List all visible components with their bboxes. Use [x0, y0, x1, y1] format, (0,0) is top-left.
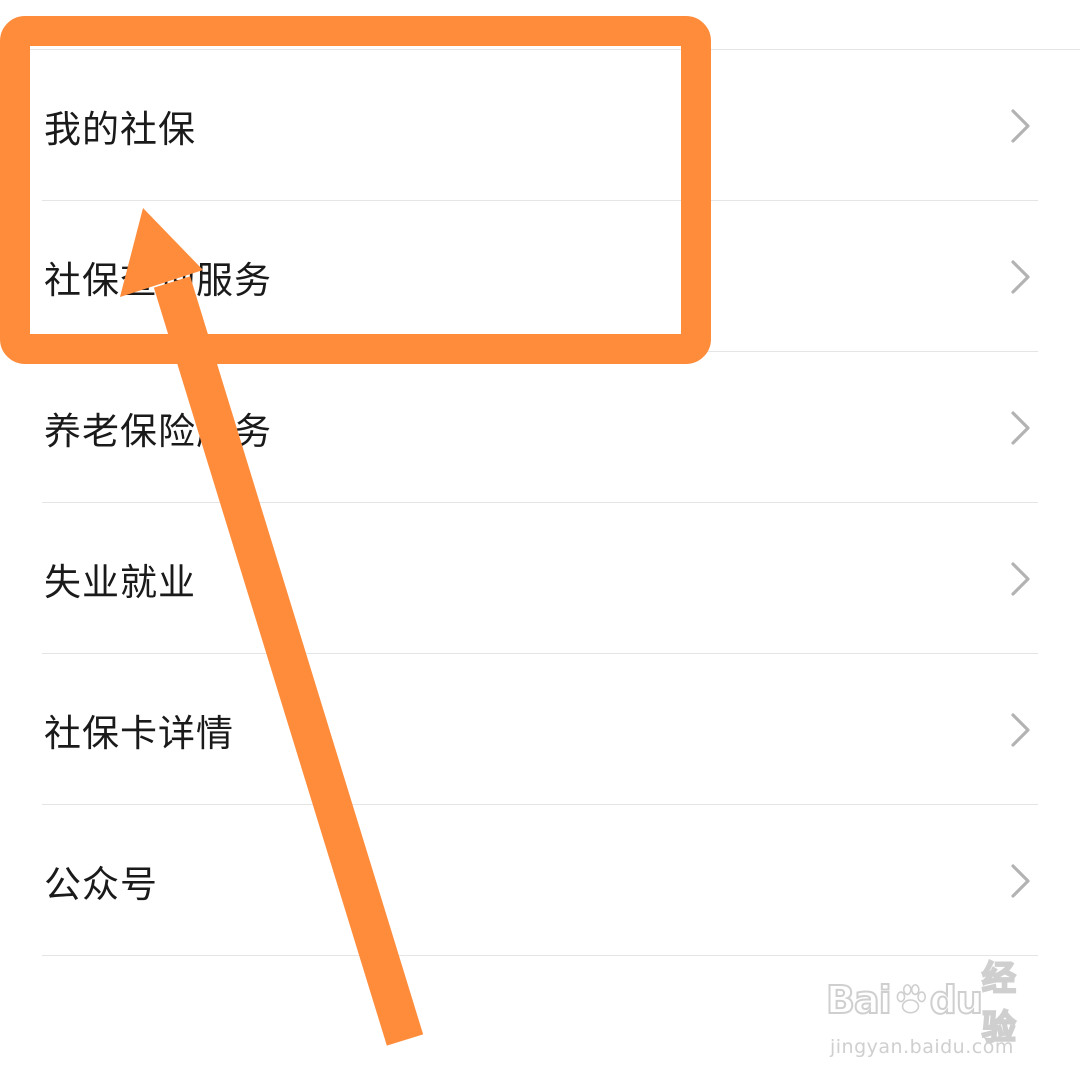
watermark-product: 经验	[981, 958, 1017, 1049]
menu-item-my-social-security[interactable]: 我的社保	[0, 50, 1080, 201]
watermark-brand-suffix: du	[929, 977, 984, 1023]
divider	[42, 955, 1038, 956]
menu-item-label: 社保卡详情	[44, 711, 234, 755]
menu-item-label: 我的社保	[44, 107, 196, 151]
menu-item-official-account[interactable]: 公众号	[0, 805, 1080, 956]
chevron-right-icon	[1011, 108, 1030, 143]
menu-list: 我的社保 社保查询服务 养老保险服务 失业就业 社保卡详情 公众号	[0, 50, 1080, 956]
chevron-right-icon	[1011, 863, 1030, 898]
menu-item-label: 养老保险服务	[44, 409, 272, 453]
baidu-jingyan-watermark: Bai du 经验 jingyan.baidu.com	[825, 958, 1036, 1068]
menu-item-label: 社保查询服务	[44, 258, 272, 302]
chevron-right-icon	[1011, 410, 1030, 445]
menu-item-label: 失业就业	[44, 560, 196, 604]
chevron-right-icon	[1011, 259, 1030, 294]
watermark-url: jingyan.baidu.com	[830, 1036, 1014, 1058]
baidu-paw-icon	[896, 984, 926, 1014]
watermark-logo: Bai du 经验	[825, 958, 1036, 1049]
watermark-brand: Bai	[825, 977, 893, 1023]
screen: 我的社保 社保查询服务 养老保险服务 失业就业 社保卡详情 公众号 Bai du…	[0, 0, 1080, 1086]
menu-item-pension-insurance[interactable]: 养老保险服务	[0, 352, 1080, 503]
menu-item-unemployment-employment[interactable]: 失业就业	[0, 503, 1080, 654]
chevron-right-icon	[1011, 561, 1030, 596]
menu-item-social-security-card[interactable]: 社保卡详情	[0, 654, 1080, 805]
menu-item-label: 公众号	[44, 862, 158, 906]
chevron-right-icon	[1011, 712, 1030, 747]
menu-item-social-security-query[interactable]: 社保查询服务	[0, 201, 1080, 352]
